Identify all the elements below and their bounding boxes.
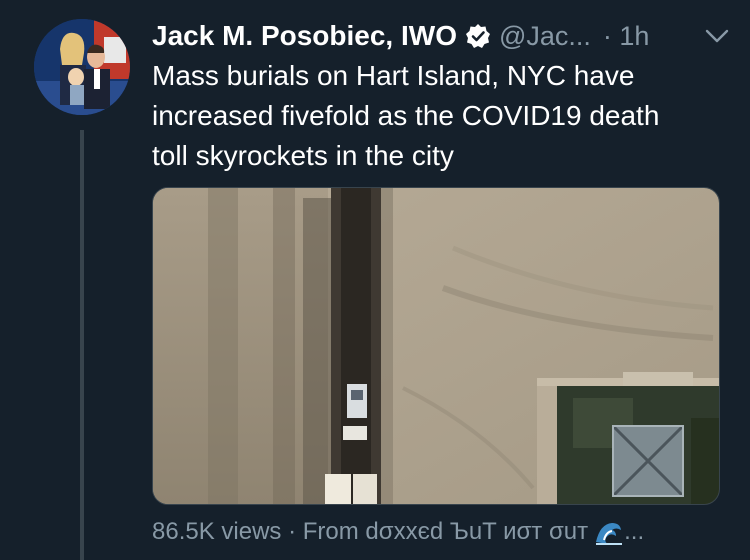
tweet: Jack M. Posobiec, IWO @Jac... · 1h Mass … <box>0 0 750 560</box>
tweet-header: Jack M. Posobiec, IWO @Jac... · 1h <box>152 14 730 58</box>
source-prefix: · From <box>281 518 366 545</box>
verified-badge-icon <box>465 23 491 49</box>
source-ellipsis: ... <box>624 518 645 545</box>
wave-emoji-icon <box>594 518 624 546</box>
tweet-timestamp[interactable]: · 1h <box>603 21 650 52</box>
aerial-burial-photo <box>153 188 719 504</box>
author-handle[interactable]: @Jac... <box>499 21 591 52</box>
tweet-video[interactable] <box>152 187 720 505</box>
avatar[interactable] <box>34 19 130 115</box>
view-count: 86.5K views <box>152 518 282 545</box>
avatar-photo <box>34 19 130 115</box>
source-name[interactable]: dσxxєd ЪuT иσт σuт <box>365 518 588 546</box>
tweet-footer: 86.5K views · From dσxxєd ЪuT иσт σuт ..… <box>152 518 644 546</box>
author-name[interactable]: Jack M. Posobiec, IWO <box>152 20 457 52</box>
tweet-text: Mass burials on Hart Island, NYC have in… <box>152 60 660 171</box>
thread-line <box>80 130 84 560</box>
chevron-down-icon[interactable] <box>704 24 730 48</box>
